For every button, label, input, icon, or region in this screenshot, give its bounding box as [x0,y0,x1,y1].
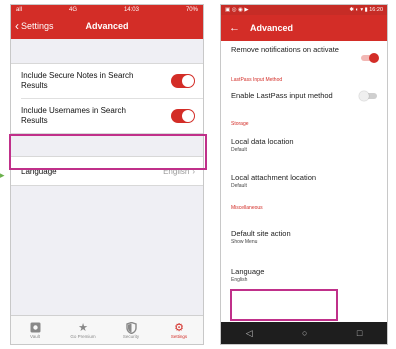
local-data-item[interactable]: Local data location Default [221,137,387,173]
secure-notes-row: Include Secure Notes in Search Results [11,64,203,98]
tab-settings-label: Settings [170,334,188,339]
language-row[interactable]: Language English › [11,157,203,185]
ios-nav-bar: ‹ Settings Advanced [11,15,203,39]
star-icon: ★ [78,322,88,334]
clock: 14:03 [123,7,139,13]
local-data-label: Local data location [231,137,294,146]
search-settings-group: Include Secure Notes in Search Results I… [11,63,203,134]
back-nav-icon[interactable]: ◁ [246,328,253,339]
chevron-right-icon: › [192,166,195,176]
tab-security[interactable]: Security [109,321,153,339]
gear-icon: ⚙ [174,322,184,334]
battery-label: 70% [185,7,198,13]
ios-screen: all 4G 14:03 70% ‹ Settings Advanced Inc… [10,4,204,345]
recents-nav-icon[interactable]: □ [357,328,362,338]
local-data-value: Default [231,147,247,153]
language-value: English [163,166,190,176]
language-group: Language English › [11,156,203,186]
input-method-item[interactable]: Enable LastPass input method [221,91,387,121]
secure-notes-label: Include Secure Notes in Search Results [21,71,134,90]
tab-security-label: Security [122,334,140,339]
language-value: English [231,277,248,283]
toggle-knob [369,53,379,63]
notification-icons: ▣ ◎ ◉ ▶ [225,7,249,13]
language-label: Language [21,166,57,176]
ios-status-bar: all 4G 14:03 70% [11,5,203,15]
local-attachment-value: Default [231,183,247,189]
language-label: Language [231,267,265,276]
secure-notes-toggle[interactable] [171,74,195,88]
local-attachment-item[interactable]: Local attachment location Default [221,173,387,205]
input-method-label: Enable LastPass input method [231,91,333,100]
clock: 16:20 [369,7,383,13]
usernames-row: Include Usernames in Search Results [11,99,203,133]
language-value-wrap: English › [163,167,195,176]
remove-notifications-item[interactable]: Remove notifications on activate [221,41,387,77]
tab-vault-label: Vault [30,334,40,339]
tab-premium-label: Go Premium [70,334,96,339]
tab-vault[interactable]: Vault [13,321,57,339]
android-app-bar: ← Advanced [221,15,387,41]
misc-category: Miscellaneous [231,205,263,211]
signal-label: all [16,7,23,13]
usernames-label: Include Usernames in Search Results [21,106,126,125]
tab-bar: Vault ★ Go Premium Security ⚙ Settings [11,315,203,344]
tab-go-premium[interactable]: ★ Go Premium [61,321,105,339]
android-screen: ▣ ◎ ◉ ▶ ✱ ◐ ▾ ▮ 16:20 ← Advanced Remove … [220,4,388,345]
android-status-bar: ▣ ◎ ◉ ▶ ✱ ◐ ▾ ▮ 16:20 [221,5,387,15]
page-title: Advanced [250,23,294,33]
language-item[interactable]: Language English [221,261,387,291]
local-attachment-label: Local attachment location [231,173,317,182]
toggle-knob [359,91,369,101]
carrier-label: 4G [68,7,77,13]
tab-settings[interactable]: ⚙ Settings [157,321,201,339]
default-site-action-label: Default site action [231,229,291,238]
usernames-toggle[interactable] [171,109,195,123]
vault-icon [30,321,41,334]
input-method-category: LastPass Input Method [231,77,283,83]
shield-icon [125,321,137,334]
back-arrow-icon[interactable]: ← [229,22,240,34]
remove-notifications-toggle[interactable] [361,53,379,63]
remove-notifications-label: Remove notifications on activate [231,45,339,54]
system-icons: ✱ ◐ ▾ ▮ 16:20 [349,7,383,13]
android-nav-bar: ◁ ○ □ [221,322,387,344]
page-title: Advanced [85,21,129,31]
default-site-action-value: Show Menu [231,239,258,245]
storage-category: Storage [231,121,249,127]
home-nav-icon[interactable]: ○ [302,328,307,338]
default-site-action-item[interactable]: Default site action Show Menu [221,229,387,261]
input-method-toggle[interactable] [359,91,377,101]
arrow-icon: ▸ [0,170,5,180]
